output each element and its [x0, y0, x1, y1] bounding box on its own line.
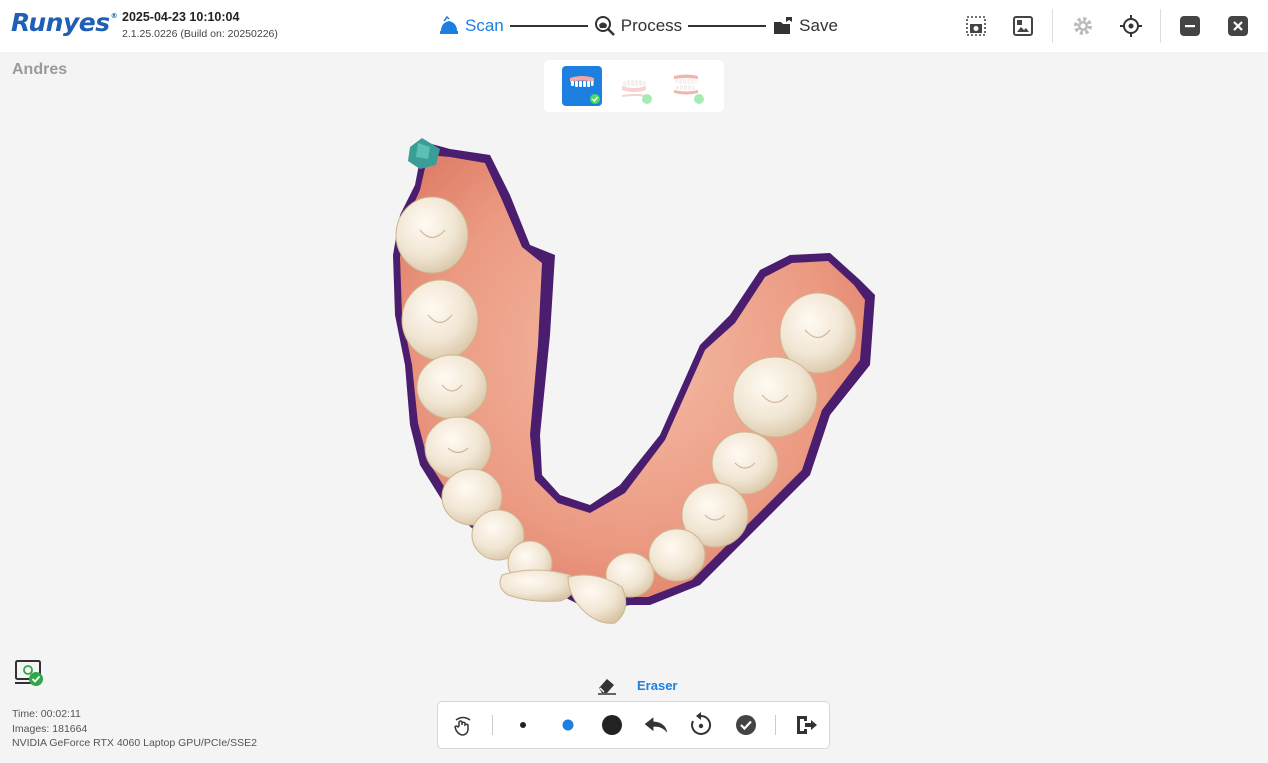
image-count: Images: 181664: [12, 723, 88, 735]
undo-tool[interactable]: [643, 712, 669, 738]
screenshot-icon[interactable]: [964, 14, 988, 38]
current-tool: Eraser: [596, 675, 677, 695]
step-connector: [688, 25, 767, 27]
software-version: 2.1.25.0226 (Build on: 20250226): [122, 28, 278, 40]
gallery-icon[interactable]: [1011, 14, 1035, 38]
reset-icon: [691, 712, 712, 735]
step-save-label: Save: [799, 16, 838, 35]
workflow-steps: Scan Process Save: [438, 13, 838, 39]
jaw-tab-upper[interactable]: [562, 66, 602, 106]
hand-gesture-tool[interactable]: [450, 712, 476, 738]
large-brush-tool[interactable]: [599, 712, 625, 738]
jaw-selector: [544, 60, 724, 112]
jaw-tab-bite[interactable]: [666, 66, 706, 106]
toolbar-divider: [1160, 9, 1161, 43]
save-icon: [774, 17, 793, 34]
scan-icon: [440, 15, 458, 34]
top-bar: Runyes® 2025-04-23 10:10:04 2.1.25.0226 …: [0, 0, 1268, 52]
step-process[interactable]: Process: [594, 15, 682, 37]
scan-time: Time: 00:02:11: [12, 708, 81, 720]
upper-jaw-icon: [570, 76, 600, 104]
exit-tool[interactable]: [793, 712, 819, 738]
jaw-tab-lower[interactable]: [614, 66, 654, 106]
small-brush-icon: [520, 722, 526, 728]
medium-brush-tool[interactable]: [555, 712, 581, 738]
current-tool-label: Eraser: [637, 677, 678, 693]
exit-icon: [797, 716, 817, 734]
hand-gesture-icon: [454, 716, 471, 736]
dental-scan-model[interactable]: [390, 135, 880, 630]
large-brush-icon: [602, 715, 622, 735]
small-brush-tool[interactable]: [510, 712, 536, 738]
settings-icon[interactable]: [1071, 14, 1095, 38]
process-icon: [594, 16, 615, 36]
scanner-status-icon[interactable]: [14, 658, 46, 690]
reset-tool[interactable]: [688, 712, 714, 738]
runyes-logo: Runyes®: [11, 8, 118, 37]
close-icon[interactable]: [1226, 14, 1250, 38]
step-connector: [509, 25, 588, 27]
toolbar-divider: [775, 715, 776, 735]
minimize-icon[interactable]: [1178, 14, 1202, 38]
session-datetime: 2025-04-23 10:10:04: [122, 10, 240, 24]
confirm-tool[interactable]: [733, 712, 759, 738]
patient-name: Andres: [12, 61, 68, 78]
step-scan-label: Scan: [465, 16, 504, 35]
step-save[interactable]: Save: [772, 15, 838, 37]
step-process-label: Process: [620, 16, 683, 35]
toolbar-divider: [492, 715, 493, 735]
step-scan[interactable]: Scan: [438, 15, 504, 37]
edit-toolbar: [437, 701, 830, 749]
undo-icon: [644, 717, 668, 733]
toolbar-divider: [1052, 9, 1053, 43]
eraser-icon: [598, 679, 616, 695]
confirm-icon: [736, 715, 756, 735]
locate-icon[interactable]: [1119, 14, 1143, 38]
medium-brush-icon: [562, 719, 574, 731]
gpu-info: NVIDIA GeForce RTX 4060 Laptop GPU/PCIe/…: [12, 737, 257, 749]
lower-jaw-icon: [621, 80, 652, 104]
bite-icon: [674, 74, 704, 104]
